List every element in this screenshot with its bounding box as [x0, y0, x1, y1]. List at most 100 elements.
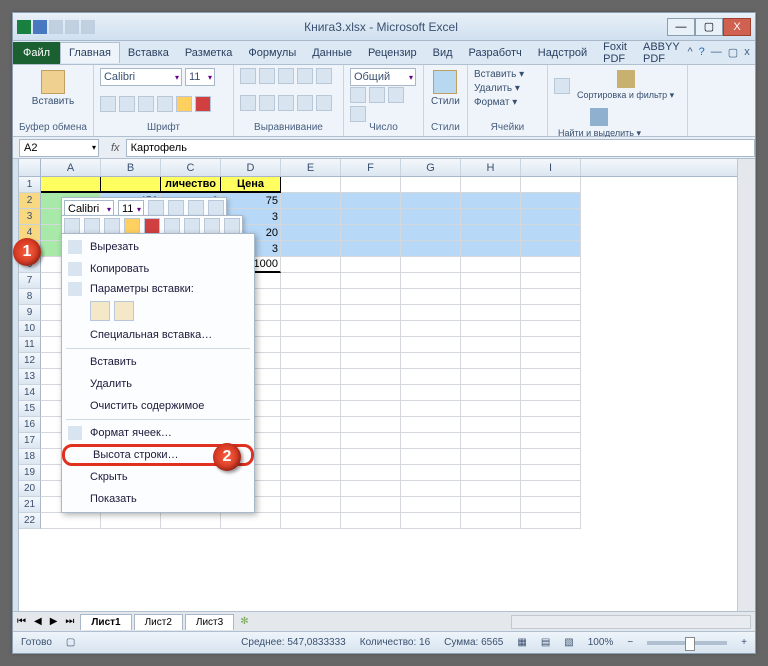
number-format-combo[interactable]: Общий — [350, 68, 416, 86]
row-header[interactable]: 12 — [19, 353, 41, 369]
paste-option-2-icon[interactable] — [114, 301, 134, 321]
cell[interactable] — [281, 401, 341, 417]
underline-button[interactable] — [138, 96, 154, 112]
cell[interactable] — [341, 273, 401, 289]
cell[interactable] — [461, 449, 521, 465]
cell[interactable] — [401, 177, 461, 193]
cell[interactable] — [341, 241, 401, 257]
cell[interactable] — [341, 209, 401, 225]
cell[interactable] — [281, 497, 341, 513]
cell[interactable] — [281, 513, 341, 529]
ctx-clear[interactable]: Очистить содержимое — [62, 395, 254, 417]
mini-font-color-button[interactable] — [144, 218, 160, 234]
cell[interactable] — [521, 337, 581, 353]
mini-bold-button[interactable] — [64, 218, 80, 234]
ribbon-expand-icon[interactable]: ^ — [688, 46, 693, 59]
row-header[interactable]: 15 — [19, 401, 41, 417]
align-left-button[interactable] — [240, 95, 256, 111]
cell[interactable] — [281, 257, 341, 273]
cell[interactable] — [281, 449, 341, 465]
cell[interactable]: личество — [161, 177, 221, 193]
cell[interactable] — [461, 369, 521, 385]
sheet-tab[interactable]: Лист3 — [185, 614, 234, 630]
row-header[interactable]: 13 — [19, 369, 41, 385]
cell[interactable] — [461, 337, 521, 353]
cell[interactable] — [461, 433, 521, 449]
cell[interactable] — [341, 289, 401, 305]
inc-decimal-button[interactable] — [350, 106, 366, 122]
cell[interactable] — [341, 433, 401, 449]
row-header[interactable]: 20 — [19, 481, 41, 497]
col-header[interactable]: D — [221, 159, 281, 176]
cell[interactable] — [461, 225, 521, 241]
cell[interactable] — [281, 433, 341, 449]
tab-layout[interactable]: Разметка — [177, 43, 241, 63]
col-header[interactable]: B — [101, 159, 161, 176]
cell[interactable] — [281, 225, 341, 241]
cell[interactable] — [461, 289, 521, 305]
cell[interactable] — [401, 481, 461, 497]
mini-currency-button[interactable] — [188, 200, 204, 216]
row-header[interactable]: 3 — [19, 209, 41, 225]
mini-format-painter-button[interactable] — [224, 218, 240, 234]
col-header[interactable]: E — [281, 159, 341, 176]
cell[interactable] — [281, 321, 341, 337]
inner-close-icon[interactable]: x — [744, 46, 750, 59]
minimize-button[interactable]: — — [667, 18, 695, 36]
align-top-button[interactable] — [240, 68, 256, 84]
cell[interactable] — [401, 385, 461, 401]
row-header[interactable]: 7 — [19, 273, 41, 289]
row-header[interactable]: 1 — [19, 177, 41, 193]
cell[interactable] — [401, 465, 461, 481]
fx-icon[interactable]: fx — [105, 142, 126, 154]
name-box[interactable]: A2 — [19, 139, 99, 157]
cell[interactable] — [521, 321, 581, 337]
find-select-button[interactable]: Найти и выделить ▾ — [554, 106, 645, 141]
merge-button[interactable] — [316, 95, 332, 111]
cell[interactable] — [521, 401, 581, 417]
cell[interactable] — [281, 289, 341, 305]
tab-developer[interactable]: Разработч — [461, 43, 530, 63]
cell[interactable] — [341, 177, 401, 193]
close-button[interactable]: X — [723, 18, 751, 36]
qat-more-icon[interactable] — [81, 20, 95, 34]
row-header[interactable]: 16 — [19, 417, 41, 433]
cell[interactable] — [401, 241, 461, 257]
mini-fill-button[interactable] — [124, 218, 140, 234]
cell[interactable] — [281, 417, 341, 433]
sheet-tab[interactable]: Лист2 — [134, 614, 183, 630]
cell[interactable] — [521, 385, 581, 401]
tab-abbyy[interactable]: ABBYY PDF — [635, 37, 688, 69]
cell[interactable] — [281, 241, 341, 257]
cell[interactable] — [521, 193, 581, 209]
cell[interactable] — [341, 369, 401, 385]
cell[interactable] — [521, 513, 581, 529]
cell[interactable] — [341, 337, 401, 353]
row-header[interactable]: 9 — [19, 305, 41, 321]
cell[interactable] — [461, 417, 521, 433]
cell[interactable] — [341, 225, 401, 241]
cell[interactable] — [341, 449, 401, 465]
cell[interactable] — [341, 401, 401, 417]
cell[interactable] — [281, 305, 341, 321]
cell[interactable] — [101, 513, 161, 529]
cell[interactable] — [161, 513, 221, 529]
cell[interactable] — [281, 337, 341, 353]
cell[interactable] — [41, 513, 101, 529]
paste-button[interactable]: Вставить — [19, 68, 87, 109]
cell[interactable] — [461, 273, 521, 289]
fill-color-button[interactable] — [176, 96, 192, 112]
ctx-copy[interactable]: Копировать — [62, 258, 254, 280]
cell[interactable] — [341, 385, 401, 401]
cell[interactable] — [341, 513, 401, 529]
horizontal-scrollbar[interactable] — [511, 615, 751, 629]
cell[interactable] — [521, 369, 581, 385]
cell[interactable] — [521, 209, 581, 225]
col-header[interactable]: A — [41, 159, 101, 176]
cell[interactable] — [461, 241, 521, 257]
border-button[interactable] — [157, 96, 173, 112]
font-size-combo[interactable]: 11 — [185, 68, 215, 86]
cell[interactable] — [401, 337, 461, 353]
cell[interactable] — [401, 257, 461, 273]
ctx-format-cells[interactable]: Формат ячеек… — [62, 422, 254, 444]
